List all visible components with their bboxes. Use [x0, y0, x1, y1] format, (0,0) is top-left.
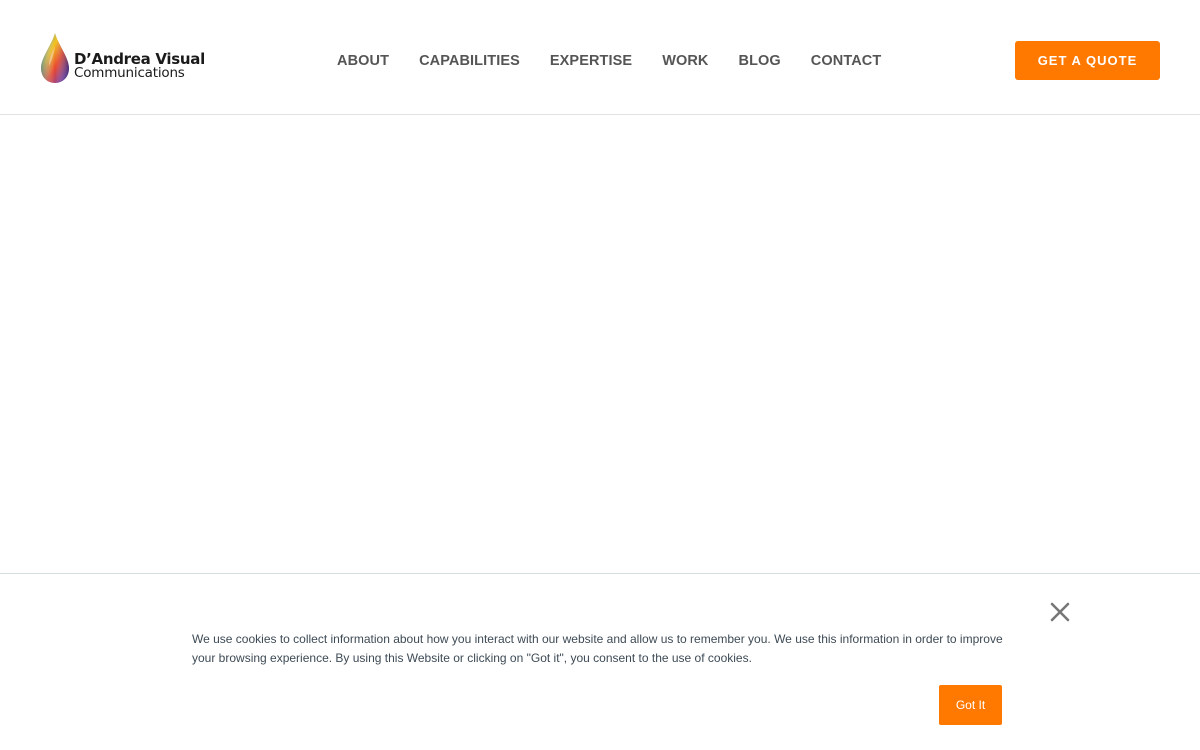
- color-drop-icon: [41, 33, 69, 83]
- got-it-button[interactable]: Got It: [939, 685, 1002, 725]
- nav-expertise[interactable]: EXPERTISE: [535, 52, 647, 70]
- cookie-message: We use cookies to collect information ab…: [192, 632, 1003, 665]
- nav-work[interactable]: WORK: [647, 52, 723, 70]
- get-a-quote-button[interactable]: GET A QUOTE: [1015, 41, 1160, 80]
- page: D’Andrea Visual Communications ABOUT CAP…: [0, 0, 1200, 750]
- nav-contact[interactable]: CONTACT: [796, 52, 897, 70]
- close-icon[interactable]: [1046, 598, 1074, 626]
- cookie-banner: We use cookies to collect information ab…: [0, 573, 1200, 750]
- logo-subtitle: Communications: [74, 65, 185, 81]
- site-header: D’Andrea Visual Communications ABOUT CAP…: [0, 0, 1200, 115]
- nav-capabilities[interactable]: CAPABILITIES: [404, 52, 535, 70]
- nav-blog[interactable]: BLOG: [724, 52, 796, 70]
- main-nav: ABOUT CAPABILITIES EXPERTISE WORK BLOG C…: [322, 52, 896, 70]
- logo-link[interactable]: D’Andrea Visual Communications: [40, 32, 210, 86]
- nav-about[interactable]: ABOUT: [322, 52, 404, 70]
